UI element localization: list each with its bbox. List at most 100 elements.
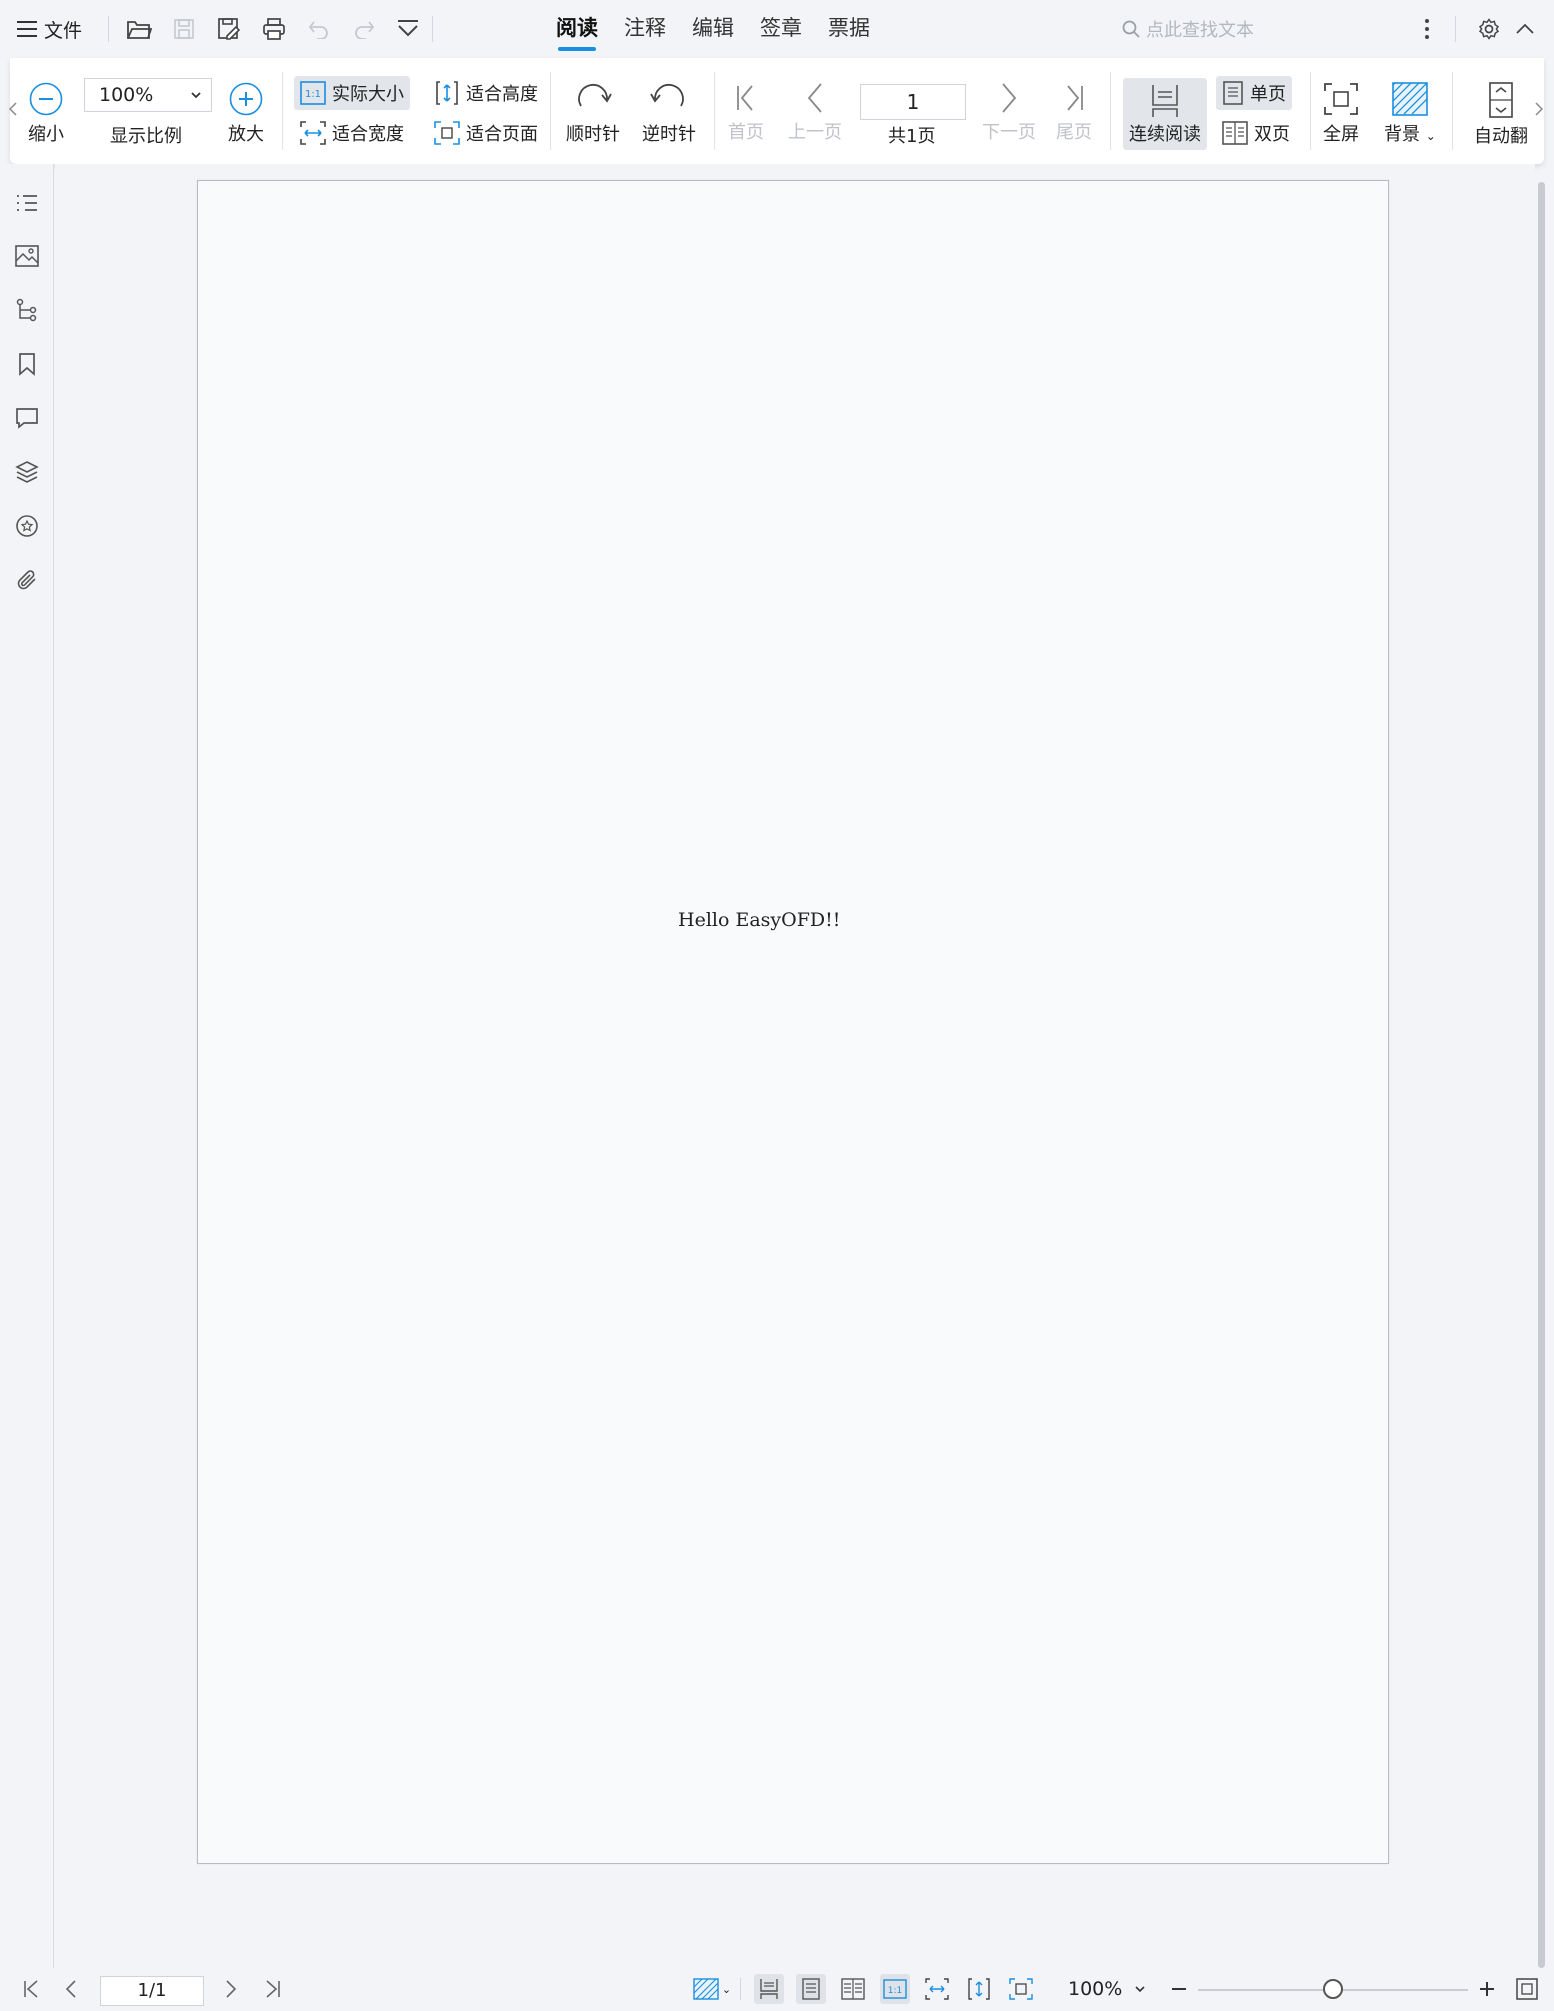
auto-flip-button[interactable]: 自动翻 [1470,82,1532,148]
single-page-button[interactable]: 单页 [1216,76,1292,110]
tab-edit[interactable]: 编辑 [692,0,734,58]
zoom-level-select[interactable]: 100% [84,78,212,112]
fit-height-button[interactable]: 适合高度 [428,76,544,110]
zoom-level-dropdown[interactable]: 100% [1068,1974,1146,2004]
chevron-down-icon [1134,1984,1146,1994]
vertical-scrollbar[interactable] [1534,182,1548,1968]
structure-tree-icon[interactable] [12,295,42,325]
customize-toolbar-icon[interactable] [393,14,423,44]
single-page-icon [1222,81,1244,105]
open-folder-icon[interactable] [124,14,154,44]
single-page-label: 单页 [1250,84,1286,105]
next-page-button[interactable]: 下一页 [982,82,1036,144]
rotate-clockwise-button[interactable]: 顺时针 [566,80,620,146]
settings-gear-icon[interactable] [1474,14,1504,44]
chevron-left-icon [799,82,831,114]
actual-size-label: 实际大小 [332,84,404,105]
attachment-paperclip-icon[interactable] [12,565,42,595]
background-picker-button[interactable]: ⌄ [690,1974,734,2004]
left-sidebar [0,164,54,1968]
divider [1110,72,1111,150]
last-page-button[interactable]: 尾页 [1056,82,1092,144]
more-options-icon[interactable] [1412,14,1442,44]
chevron-right-icon[interactable] [216,1974,246,2004]
svg-text:1:1: 1:1 [888,1986,902,1996]
ribbon-toolbar: 缩小 100% 显示比例 放大 1:1 实际大小 适合宽度 适合高度 适合页面 … [9,58,1546,164]
double-page-button[interactable]: 双页 [1216,116,1296,150]
undo-icon[interactable] [304,14,334,44]
layers-icon[interactable] [12,457,42,487]
print-icon[interactable] [259,14,289,44]
collapse-ribbon-icon[interactable] [1510,14,1540,44]
save-icon[interactable] [169,14,199,44]
rotate-clockwise-label: 顺时针 [566,124,620,145]
fit-page-button[interactable]: 适合页面 [428,116,544,150]
zoom-in-plus-icon[interactable] [1472,1974,1502,2004]
save-as-icon[interactable] [214,14,244,44]
first-page-button[interactable]: 首页 [728,82,764,144]
divider [550,72,551,150]
next-page-label: 下一页 [982,122,1036,143]
zoom-out-minus-icon[interactable] [1164,1974,1194,2004]
document-viewport[interactable]: Hello EasyOFD!! [55,164,1535,1968]
fullscreen-icon [1323,82,1359,116]
prev-page-button[interactable]: 上一页 [788,82,842,144]
thumbnail-image-icon[interactable] [12,241,42,271]
actual-size-icon[interactable]: 1:1 [880,1974,910,2004]
total-pages-label: 共1页 [888,126,936,147]
divider [108,16,109,42]
zoom-out-button[interactable]: 缩小 [28,82,64,146]
hamburger-icon [16,20,38,38]
tab-signature[interactable]: 签章 [760,0,802,58]
page-number-input[interactable]: 1 [860,84,966,120]
rotate-counterclockwise-button[interactable]: 逆时针 [642,80,696,146]
ribbon-scroll-right-icon[interactable] [1532,94,1546,124]
search-icon [1122,20,1140,38]
hatched-background-icon [693,1978,719,2000]
comment-icon[interactable] [12,403,42,433]
fit-width-icon[interactable] [922,1974,952,2004]
continuous-read-button[interactable]: 连续阅读 [1123,78,1207,150]
double-page-view-icon[interactable] [838,1974,868,2004]
zoom-slider-handle[interactable] [1323,1979,1343,1999]
first-page-icon[interactable] [16,1974,46,2004]
outline-list-icon[interactable] [12,188,42,218]
file-menu-button[interactable]: 文件 [16,14,82,44]
scrollbar-thumb[interactable] [1538,182,1545,1968]
background-label-row: 背景 ⌄ [1384,120,1436,146]
page-indicator-input[interactable]: 1/1 [100,1976,204,2006]
continuous-view-icon[interactable] [754,1974,784,2004]
redo-icon[interactable] [349,14,379,44]
bookmark-icon[interactable] [12,349,42,379]
fit-page-icon[interactable] [1006,1974,1036,2004]
tab-read[interactable]: 阅读 [556,0,598,58]
tab-annotate[interactable]: 注释 [624,0,666,58]
single-page-view-icon[interactable] [796,1974,826,2004]
fit-window-icon[interactable] [1512,1974,1542,2004]
actual-size-button[interactable]: 1:1 实际大小 [294,76,410,110]
first-page-label: 首页 [728,122,764,143]
fit-page-label: 适合页面 [466,124,538,145]
fit-height-icon[interactable] [964,1974,994,2004]
continuous-read-label: 连续阅读 [1129,124,1201,145]
fullscreen-button[interactable]: 全屏 [1323,82,1359,146]
last-page-icon[interactable] [258,1974,288,2004]
chevron-left-icon[interactable] [56,1974,86,2004]
fit-width-label: 适合宽度 [332,124,404,145]
fit-width-button[interactable]: 适合宽度 [294,116,410,150]
zoom-in-button[interactable]: 放大 [228,82,264,146]
background-label: 背景 [1384,124,1420,145]
actual-size-icon: 1:1 [300,81,326,105]
background-button[interactable]: 背景 ⌄ [1384,82,1436,146]
first-page-icon [730,82,762,114]
rotate-counterclockwise-icon [649,80,689,116]
last-page-label: 尾页 [1056,122,1092,143]
document-page: Hello EasyOFD!! [197,180,1389,1864]
divider [1310,72,1311,150]
zoom-out-icon [29,82,63,116]
seal-stamp-icon[interactable] [12,511,42,541]
ribbon-scroll-left-icon[interactable] [6,94,20,124]
search-box[interactable]: 点此查找文本 [1122,14,1362,44]
chevron-down-icon [189,87,203,101]
tab-invoice[interactable]: 票据 [828,0,870,58]
